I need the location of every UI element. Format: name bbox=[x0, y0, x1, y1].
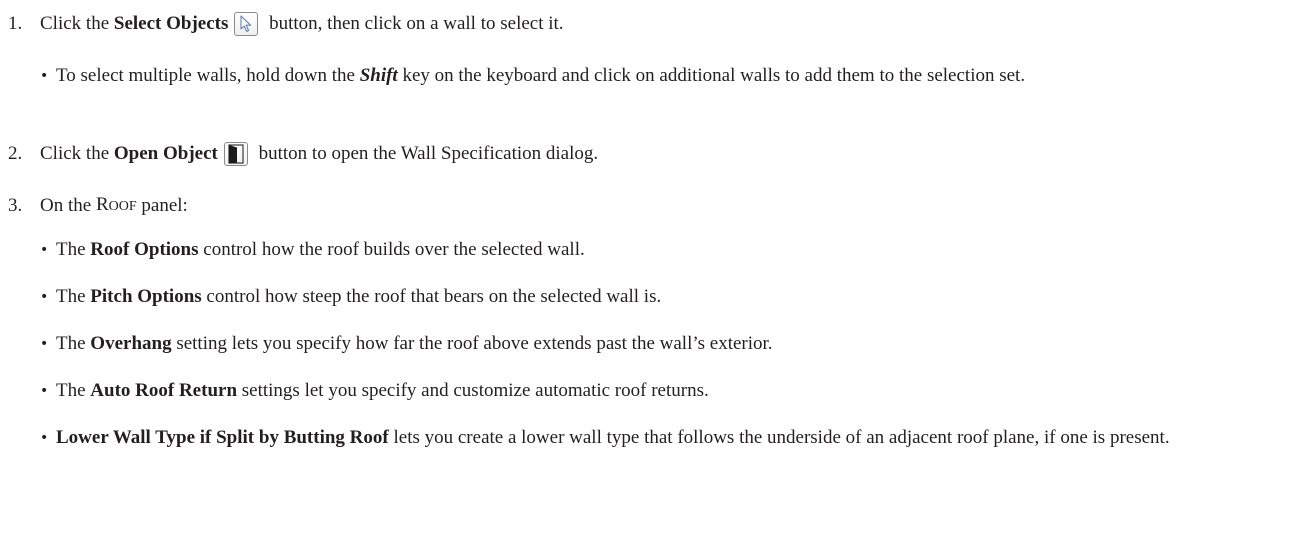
step-text-pre: Click the bbox=[40, 143, 114, 164]
help-document: 1. Click the Select Objects button, then… bbox=[0, 0, 1291, 550]
step-text-post: button to open the Wall Specification di… bbox=[253, 143, 599, 164]
open-object-button[interactable] bbox=[223, 142, 248, 166]
step-number: 2. bbox=[8, 143, 23, 164]
bullet-pitch-options: • The Pitch Options control how steep th… bbox=[40, 286, 662, 307]
step-text-pre: Click the bbox=[40, 13, 114, 34]
pitch-options-label: Pitch Options bbox=[90, 286, 202, 307]
open-object-label: Open Object bbox=[113, 143, 218, 164]
roof-panel-label: ROOF bbox=[95, 194, 137, 215]
step-3: 3. On the ROOF panel: bbox=[8, 193, 188, 219]
step-text-pre: On the bbox=[40, 195, 96, 216]
step-1: 1. Click the Select Objects button, then… bbox=[8, 12, 564, 36]
overhang-label: Overhang bbox=[90, 333, 172, 354]
step-text-post: panel: bbox=[136, 195, 188, 216]
bullet-lower-wall-type: • Lower Wall Type if Split by Butting Ro… bbox=[40, 427, 1170, 448]
bullet-multiple-walls: • To select multiple walls, hold down th… bbox=[40, 63, 1280, 89]
bullet-auto-roof-return: • The Auto Roof Return settings let you … bbox=[40, 380, 709, 401]
open-object-icon bbox=[228, 144, 244, 164]
step-number: 3. bbox=[8, 195, 23, 216]
step-text-post: button, then click on a wall to select i… bbox=[264, 13, 564, 34]
step-2: 2. Click the Open Object button to open … bbox=[8, 142, 598, 166]
select-objects-button[interactable] bbox=[234, 12, 259, 36]
bullet-overhang: • The Overhang setting lets you specify … bbox=[40, 333, 773, 354]
bullet-text-pre: To select multiple walls, hold down the bbox=[56, 65, 360, 86]
bullet-dot: • bbox=[40, 68, 49, 84]
roof-options-label: Roof Options bbox=[90, 239, 199, 260]
bullet-roof-options: • The Roof Options control how the roof … bbox=[40, 239, 585, 260]
select-objects-label: Select Objects bbox=[113, 13, 229, 34]
select-arrow-icon bbox=[240, 15, 252, 32]
lower-wall-type-label: Lower Wall Type if Split by Butting Roof bbox=[56, 427, 389, 448]
shift-key-label: Shift bbox=[359, 65, 398, 86]
auto-roof-return-label: Auto Roof Return bbox=[90, 380, 238, 401]
step-number: 1. bbox=[8, 13, 23, 34]
bullet-text-post: key on the keyboard and click on additio… bbox=[397, 65, 1026, 86]
